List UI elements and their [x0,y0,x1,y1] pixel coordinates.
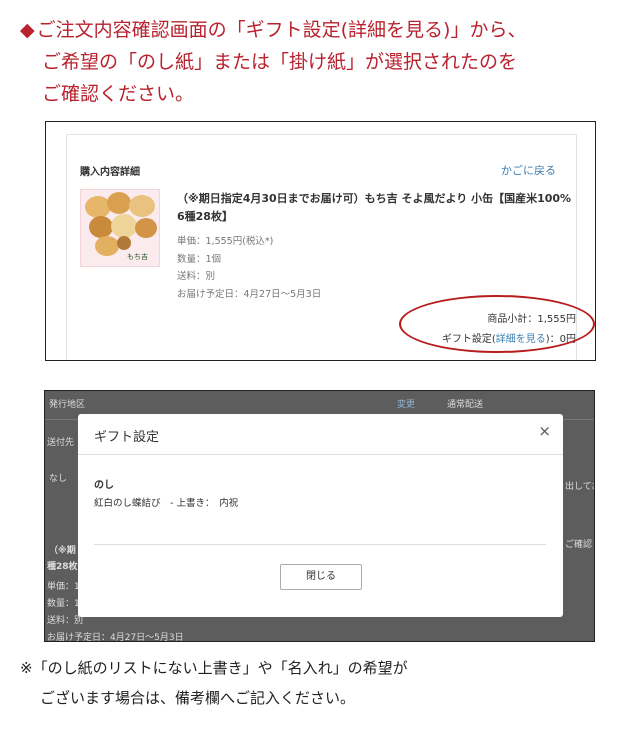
noshi-section-label: のし [94,480,114,491]
intro-line-3: ご確認ください。 [42,83,195,105]
mochi-shape [95,236,119,256]
bg-text: （※期 [49,546,76,556]
mochi-shape [107,192,131,214]
bg-text: 出してお [565,482,594,492]
bg-text: お届け予定日：4月27日〜5月3日 [47,633,184,642]
bg-text: 発行地区 [49,400,86,410]
order-confirmation-screenshot: 購入内容詳細 かごに戻る もち吉 （※期日指定4月30日までお届け可）もち吉 そ… [45,121,596,361]
mochi-shape [117,236,131,250]
bg-text: 単価：1 [47,582,80,592]
unit-price: 単価：1,555円(税込*) [177,236,274,247]
note-line-1: ※「のし紙のリストにない上書き」や「名入れ」の希望が [20,659,408,677]
bg-text: なし [49,474,68,484]
close-button[interactable]: 閉じる [280,564,362,590]
product-meta: 単価：1,555円(税込*) 数量：1個 送料：別 お届け予定日：4月27日〜5… [177,233,321,303]
bg-text: 種28枚 [47,562,78,572]
close-icon[interactable]: × [538,422,551,440]
shipping-fee: 送料：別 [177,271,216,282]
footer-note: ※「のし紙のリストにない上書き」や「名入れ」の希望が ございます場合は、備考欄へ… [20,653,408,713]
mochi-shape [129,195,155,217]
product-brand-logo: もち吉 [127,253,148,261]
diamond-bullet-icon: ◆ [20,19,35,41]
quantity: 数量：1個 [177,253,222,265]
modal-header: ギフト設定 × [78,414,563,455]
delivery-date: お届け予定日：4月27日〜5月3日 [177,288,322,300]
note-line-2: ございます場合は、備考欄へご記入ください。 [40,689,356,707]
modal-divider [94,544,546,545]
product-image: もち吉 [80,189,160,267]
intro-line-1: ご注文内容確認画面の「ギフト設定(詳細を見る)」から、 [36,19,527,41]
bg-text: 送付先 [47,438,75,448]
intro-instructions: ◆ ご注文内容確認画面の「ギフト設定(詳細を見る)」から、 ご希望の「のし紙」また… [20,14,620,110]
product-name: （※期日指定4月30日までお届け可）もち吉 そよ風だより 小缶【国産米100% … [177,192,572,223]
gift-dialog-screenshot: 発行地区 変更 通常配送 送付先 なし 出してお ご確認 （※期 種28枚 単価… [44,390,595,642]
highlight-oval [399,295,595,353]
mochi-shape [89,216,113,238]
modal-title: ギフト設定 [94,430,160,445]
bg-text: 変更 [397,400,416,410]
order-detail-title: 購入内容詳細 [80,167,140,178]
back-to-cart-link[interactable]: かごに戻る [501,162,556,178]
intro-line-2: ご希望の「のし紙」または「掛け紙」が選択されたのを [42,51,518,73]
bg-text: 通常配送 [447,400,484,410]
mochi-shape [135,218,157,238]
noshi-section-value: 紅白のし蝶結び - 上書き： 内祝 [94,498,239,509]
bg-text: 数量：1 [47,599,80,609]
gift-settings-modal: ギフト設定 × のし 紅白のし蝶結び - 上書き： 内祝 閉じる [78,414,563,617]
mochi-shape [111,214,137,238]
bg-text: ご確認 [565,540,593,550]
